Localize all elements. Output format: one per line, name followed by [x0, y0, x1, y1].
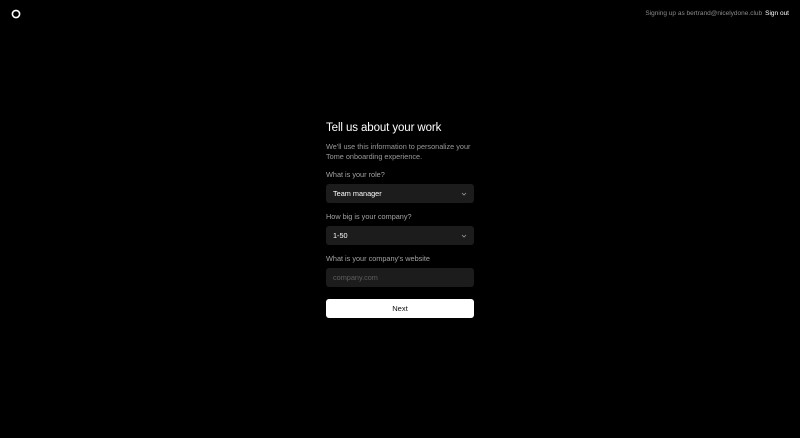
next-button[interactable]: Next [326, 299, 474, 318]
signing-up-text: Signing up as bertrand@nicelydone.club [645, 10, 763, 17]
page-title: Tell us about your work [326, 122, 442, 134]
page-subtitle: We'll use this information to personaliz… [326, 142, 471, 161]
website-input[interactable]: company.com [326, 268, 474, 287]
role-select-value: Team manager [333, 189, 382, 198]
sign-out-link[interactable]: Sign out [765, 10, 789, 17]
account-bar: Signing up as bertrand@nicelydone.club S… [645, 10, 789, 17]
onboarding-form: Tell us about your work We'll use this i… [326, 121, 474, 318]
website-input-placeholder: company.com [333, 273, 378, 282]
chevron-down-icon [461, 234, 467, 238]
company-size-select[interactable]: 1-50 [326, 226, 474, 245]
role-label: What is your role? [326, 170, 385, 179]
website-label: What is your company's website [326, 254, 430, 263]
role-select[interactable]: Team manager [326, 184, 474, 203]
chevron-down-icon [461, 192, 467, 196]
company-size-select-value: 1-50 [333, 231, 348, 240]
ring-logo-icon[interactable] [11, 9, 21, 19]
company-size-label: How big is your company? [326, 212, 412, 221]
